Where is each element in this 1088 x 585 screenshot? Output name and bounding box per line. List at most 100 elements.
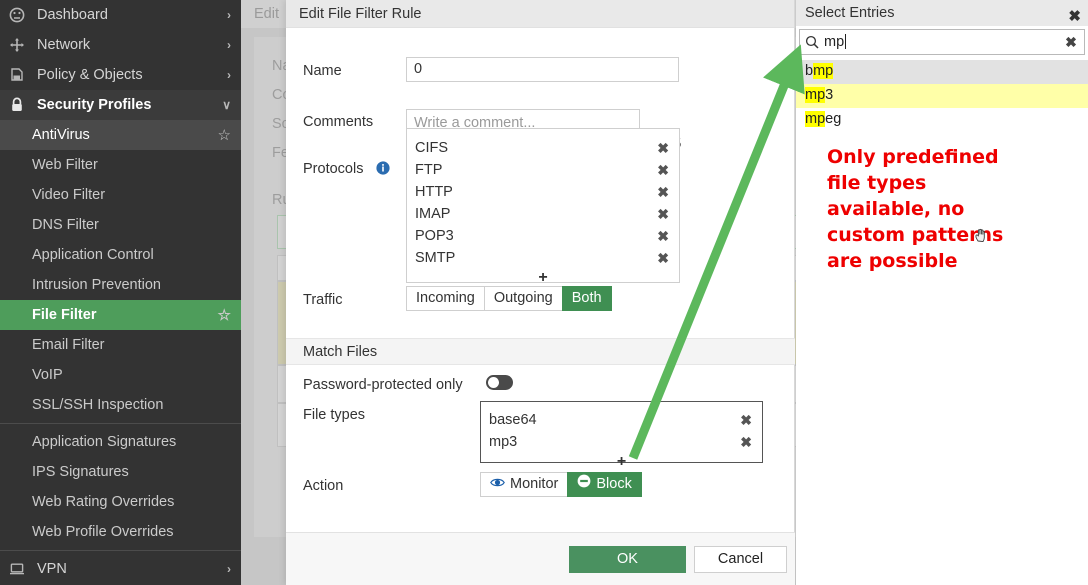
sidebar-item-label: SSL/SSH Inspection xyxy=(32,397,164,413)
sidebar-item-label: DNS Filter xyxy=(32,217,99,233)
add-file-type-button[interactable]: + xyxy=(481,453,762,473)
eye-icon xyxy=(490,473,505,496)
traffic-option-incoming[interactable]: Incoming xyxy=(406,286,485,311)
sidebar-item-voip[interactable]: VoIP xyxy=(0,360,241,390)
sidebar-item-label: Dashboard xyxy=(37,7,108,23)
sidebar-item-label: Video Filter xyxy=(32,187,106,203)
sidebar-item-intrusion-prevention[interactable]: Intrusion Prevention xyxy=(0,270,241,300)
sidebar-item-label: VPN xyxy=(37,561,67,577)
file-type-item[interactable]: base64 ✖ xyxy=(481,409,762,431)
remove-icon[interactable]: ✖ xyxy=(657,163,669,177)
sidebar-item-video-filter[interactable]: Video Filter xyxy=(0,180,241,210)
close-icon[interactable]: ✖ xyxy=(1068,4,1081,30)
protocol-label: CIFS xyxy=(415,140,449,156)
file-type-label: mp3 xyxy=(489,434,518,450)
sidebar-item-policy-objects[interactable]: Policy & Objects › xyxy=(0,60,241,90)
action-label: Action xyxy=(303,478,344,494)
remove-icon[interactable]: ✖ xyxy=(657,229,669,243)
protocols-listbox[interactable]: CIFS ✖ FTP ✖ HTTP ✖ IMAP ✖ POP3 ✖ SMTP ✖… xyxy=(406,128,680,286)
sidebar-item-web-rating-overrides[interactable]: Web Rating Overrides xyxy=(0,487,241,517)
favorite-star-icon[interactable]: ☆ xyxy=(215,306,231,324)
chevron-right-icon: › xyxy=(227,562,231,576)
sidebar-item-dns-filter[interactable]: DNS Filter xyxy=(0,210,241,240)
chevron-right-icon: › xyxy=(227,8,231,22)
protocol-item[interactable]: CIFS ✖ xyxy=(407,137,679,159)
sidebar-item-email-filter[interactable]: Email Filter xyxy=(0,330,241,360)
sidebar-item-label: Application Control xyxy=(32,247,154,263)
protocol-item[interactable]: SMTP ✖ xyxy=(407,247,679,269)
sidebar-item-security-profiles[interactable]: Security Profiles ∨ xyxy=(0,90,241,120)
remove-icon[interactable]: ✖ xyxy=(740,413,752,427)
traffic-option-both[interactable]: Both xyxy=(561,286,612,311)
sidebar-item-ips-signatures[interactable]: IPS Signatures xyxy=(0,457,241,487)
action-button-group: Monitor Block xyxy=(480,472,642,497)
sidebar: Dashboard › Network › Policy & Objects ›… xyxy=(0,0,241,585)
sidebar-item-label: File Filter xyxy=(32,307,97,323)
sidebar-item-label: Web Rating Overrides xyxy=(32,494,175,510)
list-item[interactable]: mpeg xyxy=(796,108,1088,132)
favorite-star-icon[interactable]: ☆ xyxy=(215,126,231,144)
file-type-item[interactable]: mp3 ✖ xyxy=(481,431,762,453)
entry-match: mp xyxy=(805,111,826,127)
traffic-option-outgoing[interactable]: Outgoing xyxy=(483,286,563,311)
file-type-label: base64 xyxy=(489,412,537,428)
sidebar-item-web-profile-overrides[interactable]: Web Profile Overrides xyxy=(0,517,241,547)
entry-suffix: 3 xyxy=(825,87,834,103)
pointer-hand-cursor xyxy=(975,228,985,243)
sidebar-item-label: Web Filter xyxy=(32,157,98,173)
password-protected-toggle[interactable] xyxy=(486,375,513,390)
sidebar-item-vpn[interactable]: VPN › xyxy=(0,554,241,584)
traffic-label: Traffic xyxy=(303,292,343,308)
name-input[interactable]: 0 xyxy=(406,57,679,82)
protocol-label: FTP xyxy=(415,162,443,178)
sidebar-item-application-control[interactable]: Application Control xyxy=(0,240,241,270)
sidebar-item-label: IPS Signatures xyxy=(32,464,129,480)
sidebar-item-application-signatures[interactable]: Application Signatures xyxy=(0,427,241,457)
sidebar-item-antivirus[interactable]: AntiVirus ☆ xyxy=(0,120,241,150)
cancel-button[interactable]: Cancel xyxy=(694,546,787,573)
list-item[interactable]: mp3 xyxy=(796,84,1088,108)
remove-icon[interactable]: ✖ xyxy=(657,185,669,199)
action-option-monitor[interactable]: Monitor xyxy=(480,472,569,497)
sidebar-item-label: AntiVirus xyxy=(32,127,90,143)
select-entries-panel: Select Entries ✖ mp ✖ bmp mp3 mpeg xyxy=(796,0,1088,585)
sidebar-item-web-filter[interactable]: Web Filter xyxy=(0,150,241,180)
remove-icon[interactable]: ✖ xyxy=(657,207,669,221)
sidebar-divider xyxy=(0,423,241,424)
protocol-label: SMTP xyxy=(415,250,456,266)
protocol-label: IMAP xyxy=(415,206,451,222)
remove-icon[interactable]: ✖ xyxy=(740,435,752,449)
chevron-down-icon: ∨ xyxy=(222,98,231,112)
sidebar-item-network[interactable]: Network › xyxy=(0,30,241,60)
network-icon xyxy=(9,37,31,53)
protocol-label: POP3 xyxy=(415,228,454,244)
name-label: Name xyxy=(303,63,342,79)
ok-button[interactable]: OK xyxy=(569,546,686,573)
chevron-right-icon: › xyxy=(227,38,231,52)
select-entries-title-label: Select Entries xyxy=(805,5,895,21)
sidebar-item-file-filter[interactable]: File Filter ☆ xyxy=(0,300,241,330)
search-input-value-wrap: mp xyxy=(824,34,1058,50)
search-input[interactable]: mp ✖ xyxy=(799,29,1085,55)
file-types-listbox[interactable]: base64 ✖ mp3 ✖ + xyxy=(480,401,763,470)
remove-icon[interactable]: ✖ xyxy=(657,251,669,265)
action-option-block[interactable]: Block xyxy=(567,472,642,497)
search-icon xyxy=(800,35,824,49)
select-entries-title: Select Entries ✖ xyxy=(796,0,1088,26)
protocol-item[interactable]: POP3 ✖ xyxy=(407,225,679,247)
dashboard-icon xyxy=(9,7,31,23)
info-icon[interactable] xyxy=(376,161,390,178)
action-option-label: Monitor xyxy=(510,476,559,492)
sidebar-item-label: Web Profile Overrides xyxy=(32,524,174,540)
entry-match: mp xyxy=(813,63,834,79)
clear-search-icon[interactable]: ✖ xyxy=(1058,34,1084,51)
protocol-item[interactable]: FTP ✖ xyxy=(407,159,679,181)
protocol-item[interactable]: IMAP ✖ xyxy=(407,203,679,225)
list-item[interactable]: bmp xyxy=(796,60,1088,84)
protocol-item[interactable]: HTTP ✖ xyxy=(407,181,679,203)
sidebar-item-ssl-ssh-inspection[interactable]: SSL/SSH Inspection xyxy=(0,390,241,420)
text-caret xyxy=(845,34,847,49)
remove-icon[interactable]: ✖ xyxy=(657,141,669,155)
edit-file-filter-rule-dialog: Edit File Filter Rule Name 0 Comments Wr… xyxy=(286,0,795,585)
sidebar-item-dashboard[interactable]: Dashboard › xyxy=(0,0,241,30)
